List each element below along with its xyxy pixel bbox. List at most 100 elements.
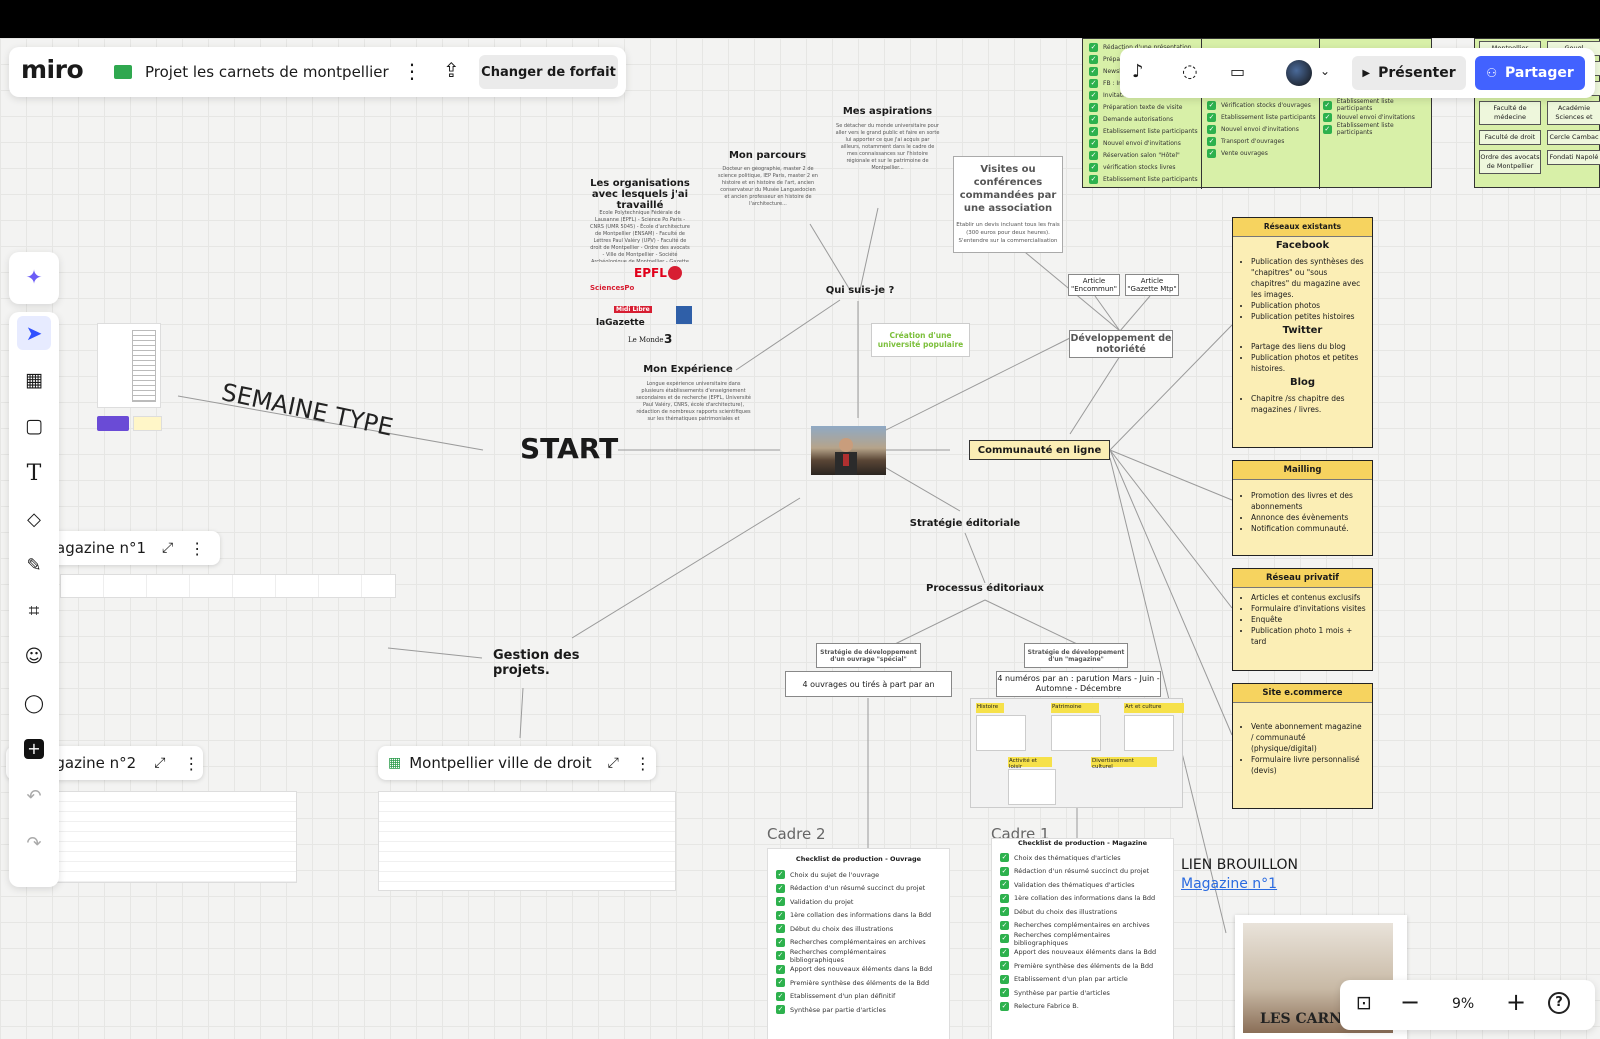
magazine-link[interactable]: Magazine n°1 [1181, 876, 1277, 892]
checklist-item[interactable]: ✓ Recherches complémentaires bibliographi… [776, 948, 941, 964]
checklist-item[interactable]: ✓ Début du choix des illustrations [1000, 905, 1165, 919]
checkbox-checked-icon[interactable]: ✓ [776, 951, 785, 961]
checkbox-checked-icon[interactable]: ✓ [776, 964, 785, 974]
magazine-1-sheet[interactable] [60, 574, 396, 598]
whiteboard-canvas[interactable]: SEMAINE TYPE START Qui suis-je ? Mes asp… [0, 38, 1600, 1039]
present-button[interactable]: ▶ Présenter [1352, 56, 1466, 90]
expand-icon[interactable]: ⤢ [162, 540, 173, 556]
visites-node[interactable]: Visites ou conférences commandées par un… [953, 156, 1063, 253]
magazine-1-header[interactable]: agazine n°1 ⤢ ⋮ [44, 531, 220, 565]
video-icon[interactable]: ▭ [1230, 62, 1245, 81]
redo-icon[interactable]: ↷ [17, 826, 51, 860]
shapes-icon[interactable]: ◇ [17, 502, 51, 536]
fit-screen-icon[interactable]: ⊡ [1356, 992, 1372, 1014]
checkbox-checked-icon[interactable]: ✓ [776, 910, 785, 920]
text-tool-icon[interactable]: T [17, 456, 51, 490]
checkbox-checked-icon[interactable]: ✓ [1000, 893, 1009, 903]
frame-icon[interactable]: ⌗ [17, 594, 51, 628]
miro-logo[interactable]: miro [21, 55, 84, 84]
export-icon[interactable]: ⇪ [443, 58, 460, 82]
avatar[interactable] [1286, 60, 1312, 86]
checklist-item[interactable]: ✓ Etablissement liste participants [1207, 111, 1319, 123]
checkbox-checked-icon[interactable]: ✓ [1089, 90, 1098, 100]
zoom-out-button[interactable]: − [1400, 988, 1420, 1016]
checkbox-checked-icon[interactable]: ✓ [776, 870, 785, 880]
mailling-card[interactable]: Mailling Promotion des livres et des abo… [1232, 460, 1373, 556]
checklist-item[interactable]: ✓ Première synthèse des éléments de la Bd… [776, 976, 941, 990]
checklist-item[interactable]: ✓ Nouvel envoi d'invitations [1089, 137, 1201, 149]
montpellier-sheet[interactable] [378, 791, 676, 891]
checklist-item[interactable]: ✓ Etablissement liste participants [1323, 98, 1428, 112]
developpement-notoriete-node[interactable]: Développement de notoriété [1069, 330, 1173, 358]
help-icon[interactable]: ? [1548, 992, 1570, 1014]
checkbox-checked-icon[interactable]: ✓ [1089, 126, 1098, 136]
ouvrages-par-an[interactable]: 4 ouvrages ou tirés à part par an [785, 671, 952, 697]
pen-icon[interactable]: ✎ [17, 548, 51, 582]
undo-icon[interactable]: ↶ [17, 779, 51, 813]
ai-sparkle-icon[interactable]: ✦ [17, 260, 51, 294]
checklist-magazine[interactable]: Checklist de production - Magazine ✓ Choi… [991, 838, 1174, 1039]
strategie-magazine[interactable]: Stratégie de développement d'un "magazin… [1024, 643, 1128, 668]
checkbox-checked-icon[interactable]: ✓ [1207, 124, 1216, 134]
checkbox-checked-icon[interactable]: ✓ [1323, 100, 1332, 110]
sticky-note-icon[interactable]: ▢ [17, 409, 51, 443]
checkbox-checked-icon[interactable]: ✓ [1089, 150, 1098, 160]
checkbox-checked-icon[interactable]: ✓ [1323, 124, 1332, 134]
checklist-item[interactable]: ✓ Synthèse par partie d'articles [1000, 986, 1165, 1000]
reseaux-existants-card[interactable]: Réseaux existants Facebook Publication d… [1232, 217, 1373, 448]
checklist-item[interactable]: ✓ Vérification stocks d'ouvrages [1207, 99, 1319, 111]
checklist-item[interactable]: ✓ Etablissement d'un plan par article [1000, 973, 1165, 987]
checklist-item[interactable]: ✓ Réservation salon "Hôtel" [1089, 149, 1201, 161]
checklist-item[interactable]: ✓ Rédaction d'un résumé succinct du proje… [1000, 865, 1165, 879]
montpellier-header[interactable]: ▦ Montpellier ville de droit ⤢ ⋮ [378, 746, 656, 780]
checkbox-checked-icon[interactable]: ✓ [1089, 54, 1098, 64]
upgrade-button[interactable]: Changer de forfait [479, 55, 618, 89]
expand-icon[interactable]: ⤢ [154, 755, 165, 771]
checkbox-checked-icon[interactable]: ✓ [1000, 907, 1009, 917]
checkbox-checked-icon[interactable]: ✓ [1000, 880, 1009, 890]
checkbox-checked-icon[interactable]: ✓ [776, 897, 785, 907]
checkbox-checked-icon[interactable]: ✓ [776, 991, 785, 1001]
checklist-item[interactable]: ✓ Etablissement liste participants [1089, 173, 1201, 185]
more-options-icon[interactable]: ⋮ [183, 754, 199, 773]
select-tool-icon[interactable]: ➤ [17, 316, 51, 350]
checklist-item[interactable]: ✓ Transport d'ouvrages [1207, 135, 1319, 147]
universite-populaire-node[interactable]: Création d'une université populaire [871, 323, 970, 357]
expand-icon[interactable]: ⤢ [608, 755, 619, 771]
checklist-item[interactable]: ✓ Vente ouvrages [1207, 147, 1319, 159]
zoom-in-button[interactable]: + [1506, 988, 1526, 1016]
checkbox-checked-icon[interactable]: ✓ [776, 924, 785, 934]
chat-icon[interactable]: ◌ [1182, 61, 1198, 82]
checklist-item[interactable]: ✓ Début du choix des illustrations [776, 922, 941, 936]
checklist-ouvrage[interactable]: Checklist de production - Ouvrage ✓ Choix… [767, 848, 950, 1039]
checklist-item[interactable]: ✓ Etablissement liste participants [1089, 125, 1201, 137]
checkbox-checked-icon[interactable]: ✓ [1089, 138, 1098, 148]
more-options-icon[interactable]: ⋮ [189, 539, 205, 558]
checkbox-checked-icon[interactable]: ✓ [1000, 947, 1009, 957]
checkbox-checked-icon[interactable]: ✓ [776, 937, 785, 947]
checkbox-checked-icon[interactable]: ✓ [1323, 112, 1332, 122]
checklist-item[interactable]: ✓ Choix des thématiques d'articles [1000, 851, 1165, 865]
checkbox-checked-icon[interactable]: ✓ [1207, 100, 1216, 110]
checkbox-checked-icon[interactable]: ✓ [1089, 42, 1098, 52]
reseau-privatif-card[interactable]: Réseau privatif Articles et contenus exc… [1232, 568, 1373, 671]
article-encommun[interactable]: Article "Encommun" [1068, 274, 1120, 296]
reactions-icon[interactable]: ♪ [1132, 61, 1144, 82]
strategie-ouvrage-special[interactable]: Stratégie de développement d'un ouvrage … [816, 643, 921, 668]
board-title[interactable]: Projet les carnets de montpellier [145, 63, 389, 81]
site-ecommerce-card[interactable]: Site e.commerce Vente abonnement magazin… [1232, 683, 1373, 809]
checklist-item[interactable]: ✓ Apport des nouveaux éléments dans la Bd… [776, 963, 941, 977]
communaute-en-ligne-node[interactable]: Communauté en ligne [969, 440, 1110, 460]
checklist-item[interactable]: ✓ Préparation texte de visite [1089, 101, 1201, 113]
checklist-item[interactable]: ✓ Recherches complémentaires bibliographi… [1000, 931, 1165, 947]
checkbox-checked-icon[interactable]: ✓ [1000, 934, 1009, 944]
checkbox-checked-icon[interactable]: ✓ [1089, 66, 1098, 76]
comment-icon[interactable]: ◯ [17, 686, 51, 720]
checkbox-checked-icon[interactable]: ✓ [1000, 1001, 1009, 1011]
checklist-item[interactable]: ✓ 1ère collation des informations dans la… [1000, 892, 1165, 906]
templates-icon[interactable]: ▦ [17, 363, 51, 397]
numeros-par-an[interactable]: 4 numéros par an : parution Mars - Juin … [996, 671, 1161, 697]
add-more-icon[interactable]: + [17, 732, 51, 766]
checklist-item[interactable]: ✓ vérification stocks livres [1089, 161, 1201, 173]
checkbox-checked-icon[interactable]: ✓ [1207, 136, 1216, 146]
